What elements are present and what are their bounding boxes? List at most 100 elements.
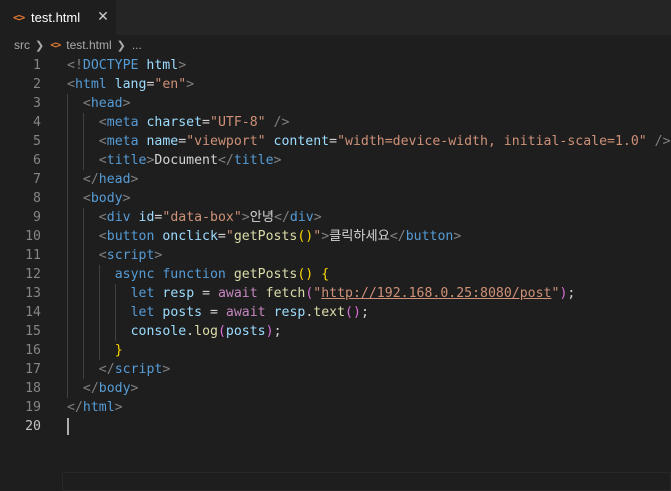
code-token: head [98, 172, 131, 187]
code-token: 클릭하세요 [329, 229, 390, 244]
code-token: div [289, 210, 314, 225]
line-number: 13 [25, 286, 41, 301]
code-token: /> [646, 134, 671, 149]
code-token: "UTF-8" [210, 115, 266, 130]
code-line[interactable]: 1 <!DOCTYPE html> [0, 56, 671, 75]
code-line[interactable]: 7 </head> [0, 170, 671, 189]
code-line[interactable]: 4 <meta charset="UTF-8" /> [0, 113, 671, 132]
breadcrumb-folder[interactable]: src [14, 38, 30, 52]
code-token: < [98, 248, 107, 263]
code-token: getPosts [233, 229, 298, 244]
code-token: let [130, 305, 155, 320]
code-line[interactable]: 13 let resp = await fetch("http://192.168… [0, 284, 671, 303]
code-token: resp [162, 286, 195, 301]
code-token: < [98, 229, 107, 244]
indent-guide [98, 341, 100, 360]
code-line[interactable]: 2 <html lang="en"> [0, 75, 671, 94]
code-token: > [453, 229, 462, 244]
tab-filename: test.html [31, 10, 81, 25]
indent-guide [67, 265, 68, 284]
code-line[interactable]: 9 <div id="data-box">안녕</div> [0, 208, 671, 227]
code-line[interactable]: 20 [0, 417, 671, 436]
code-text: <!DOCTYPE html> [67, 56, 186, 75]
code-line[interactable]: 5 <meta name="viewport" content="width=de… [0, 132, 671, 151]
code-line[interactable]: 17 </script> [0, 360, 671, 379]
code-token: "en" [154, 77, 187, 92]
indent-guide [98, 265, 100, 284]
code-token: script [106, 248, 155, 263]
code-token: text [313, 305, 346, 320]
code-token: > [122, 191, 131, 206]
line-number: 14 [25, 305, 41, 320]
code-token: </ [274, 210, 290, 225]
code-token: /> [265, 115, 290, 130]
code-editor[interactable]: 1 <!DOCTYPE html> 2 <html lang="en"> 3 <head>… [0, 55, 671, 491]
line-number: 7 [33, 172, 41, 187]
indent-guide [82, 132, 84, 151]
indent-guide [98, 322, 100, 341]
close-icon[interactable]: ✕ [95, 9, 111, 25]
code-token: . [186, 324, 195, 339]
code-token: ; [273, 324, 282, 339]
breadcrumb-file[interactable]: test.html [66, 38, 111, 52]
code-token: charset [146, 115, 203, 130]
code-token: let [130, 286, 155, 301]
code-line[interactable]: 16} [0, 341, 671, 360]
code-token: title [233, 153, 274, 168]
code-token: () [297, 229, 314, 244]
code-line[interactable]: 3 <head> [0, 94, 671, 113]
code-text: <meta name="viewport" content="width=dev… [99, 132, 671, 151]
code-token: html [146, 58, 179, 73]
code-token: meta [106, 115, 139, 130]
code-line[interactable]: 14 let posts = await resp.text(); [0, 303, 671, 322]
code-token: name [146, 134, 179, 149]
breadcrumb-more[interactable]: ... [132, 38, 142, 52]
code-line[interactable]: 11 <script> [0, 246, 671, 265]
code-line[interactable]: 8 <body> [0, 189, 671, 208]
indent-guide [114, 303, 116, 322]
code-token: html [82, 400, 115, 415]
code-token: <! [67, 58, 83, 73]
indent-guide [114, 284, 116, 303]
code-token: "viewport" [186, 134, 266, 149]
code-token: > [162, 362, 171, 377]
indent-guide [82, 227, 84, 246]
code-token: "width=device-width, initial-scale=1.0" [337, 134, 647, 149]
line-number: 9 [33, 210, 41, 225]
code-token: } [114, 343, 123, 358]
code-line[interactable]: 18 </body> [0, 379, 671, 398]
code-token: html [74, 77, 107, 92]
indent-guide [67, 227, 68, 246]
code-text: <script> [99, 246, 163, 265]
indent-guide [67, 113, 68, 132]
indent-guide [67, 151, 68, 170]
code-line[interactable]: 12 async function getPosts() { [0, 265, 671, 284]
code-token: resp [273, 305, 306, 320]
code-text: } [115, 341, 123, 360]
code-token: div [106, 210, 131, 225]
code-line[interactable]: 10 <button onclick="getPosts()">클릭하세요</bu… [0, 227, 671, 246]
indent-guide [82, 113, 84, 132]
code-token: ; [360, 305, 369, 320]
code-line[interactable]: 6 <title>Document</title> [0, 151, 671, 170]
editor-tab-test-html[interactable]: <> test.html ✕ [0, 0, 116, 35]
code-token: "data-box" [162, 210, 242, 225]
indent-guide [82, 341, 84, 360]
code-line[interactable]: 15 console.log(posts); [0, 322, 671, 341]
code-line[interactable]: 19 </html> [0, 398, 671, 417]
indent-guide [67, 284, 68, 303]
code-token: title [106, 153, 147, 168]
code-token: await [225, 305, 266, 320]
code-token: body [98, 381, 131, 396]
line-number: 16 [25, 343, 41, 358]
code-token: script [114, 362, 163, 377]
code-token: = [217, 229, 226, 244]
code-token: onclick [162, 229, 218, 244]
indent-guide [67, 360, 68, 379]
code-token: > [154, 248, 163, 263]
code-token: posts [162, 305, 203, 320]
indent-guide [67, 94, 68, 113]
